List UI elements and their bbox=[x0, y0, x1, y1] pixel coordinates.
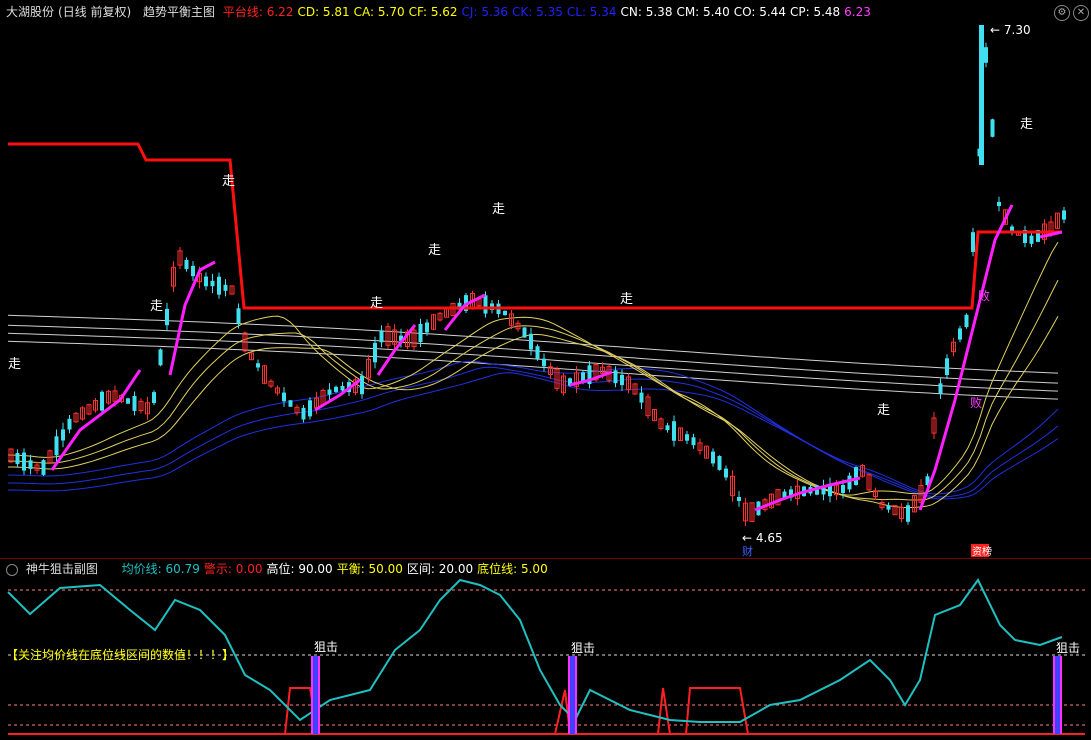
sub-alert-line bbox=[284, 687, 1085, 735]
snipe-bar-core-0 bbox=[313, 656, 318, 734]
sub-notice: 【关注均价线在底位线区间的数值！！！】 bbox=[6, 648, 235, 662]
sub-indicator-chart[interactable]: 狙击 狙击 狙击 bbox=[0, 0, 1091, 740]
snipe-label-1: 狙击 bbox=[571, 641, 595, 655]
snipe-bar-core-1 bbox=[570, 656, 575, 734]
snipe-label-0: 狙击 bbox=[314, 640, 338, 654]
snipe-label-2: 狙击 bbox=[1056, 641, 1080, 655]
snipe-bar-core-2 bbox=[1055, 656, 1060, 734]
chart-window: 大湖股份 (日线 前复权) 趋势平衡主图 平台线: 6.22 CD: 5.81 CA:… bbox=[0, 0, 1091, 740]
